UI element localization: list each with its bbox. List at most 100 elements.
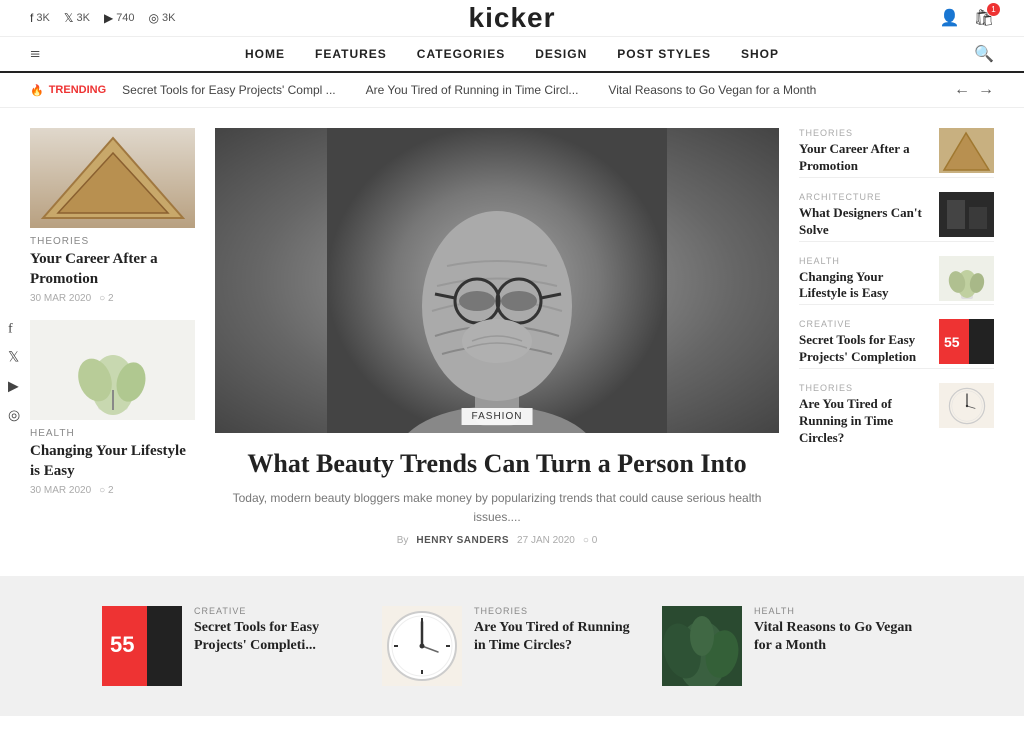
right-card-5-category: THEORIES <box>799 383 929 393</box>
right-card-4-text: CREATIVE Secret Tools for Easy Projects'… <box>799 319 929 366</box>
right-card-1-thumb[interactable] <box>939 128 994 173</box>
right-card-5-thumb[interactable] <box>939 383 994 428</box>
top-bar-actions: 👤 🛍 1 <box>940 8 994 28</box>
left-card-1-comments: ○ 2 <box>99 293 113 304</box>
center-column: FASHION What Beauty Trends Can Turn a Pe… <box>215 128 779 546</box>
bottom-card-2-category: THEORIES <box>474 606 642 616</box>
hero-title[interactable]: What Beauty Trends Can Turn a Person Int… <box>215 447 779 481</box>
nav-post-styles[interactable]: POST STYLES <box>617 47 711 61</box>
right-card-4-title[interactable]: Secret Tools for Easy Projects' Completi… <box>799 332 929 366</box>
nav-design[interactable]: DESIGN <box>535 47 587 61</box>
bottom-card-2-text: THEORIES Are You Tired of Running in Tim… <box>474 606 642 655</box>
svg-text:55: 55 <box>110 632 134 657</box>
nav-categories[interactable]: CATEGORIES <box>417 47 505 61</box>
search-icon[interactable]: 🔍 <box>974 44 994 64</box>
left-card-1-date: 30 MAR 2020 <box>30 293 91 304</box>
youtube-count: 740 <box>116 12 134 24</box>
float-instagram-icon[interactable]: ◎ <box>8 407 20 424</box>
site-title[interactable]: kicker <box>469 2 556 34</box>
left-card-1-meta: 30 MAR 2020 ○ 2 <box>30 293 195 304</box>
right-card-3-category: HEALTH <box>799 256 929 266</box>
float-twitter-icon[interactable]: 𝕏 <box>8 349 20 366</box>
right-card-4-category: CREATIVE <box>799 319 929 329</box>
trending-item-3[interactable]: Vital Reasons to Go Vegan for a Month <box>608 83 816 97</box>
right-card-3-title[interactable]: Changing Your Lifestyle is Easy <box>799 269 929 303</box>
nav-shop[interactable]: SHOP <box>741 47 779 61</box>
left-card-2-date: 30 MAR 2020 <box>30 485 91 496</box>
twitter-count: 3K <box>76 12 89 24</box>
bottom-card-3-text: HEALTH Vital Reasons to Go Vegan for a M… <box>754 606 922 655</box>
bottom-card-2-title[interactable]: Are You Tired of Running in Time Circles… <box>474 619 642 655</box>
youtube-link[interactable]: ▶ 740 <box>104 11 135 25</box>
facebook-count: 3K <box>36 12 49 24</box>
hamburger-menu[interactable]: ≡ <box>30 44 40 65</box>
nav-bar: ≡ HOME FEATURES CATEGORIES DESIGN POST S… <box>0 37 1024 73</box>
left-column: THEORIES Your Career After a Promotion 3… <box>30 128 195 546</box>
hero-image-inner <box>215 128 779 433</box>
right-card-1-text: THEORIES Your Career After a Promotion <box>799 128 929 175</box>
twitter-link[interactable]: 𝕏 3K <box>64 11 90 25</box>
right-card-3-text: HEALTH Changing Your Lifestyle is Easy <box>799 256 929 303</box>
cart-count: 1 <box>987 3 1000 16</box>
user-icon[interactable]: 👤 <box>940 8 960 28</box>
trending-item-2[interactable]: Are You Tired of Running in Time Circl..… <box>366 83 579 97</box>
left-card-1-title[interactable]: Your Career After a Promotion <box>30 250 195 289</box>
hero-comments: ○ 0 <box>583 535 597 546</box>
right-card-1-category: THEORIES <box>799 128 929 138</box>
right-card-5-text: THEORIES Are You Tired of Running in Tim… <box>799 383 929 447</box>
right-card-5-title[interactable]: Are You Tired of Running in Time Circles… <box>799 396 929 447</box>
hero-image[interactable]: FASHION <box>215 128 779 433</box>
trending-item-1[interactable]: Secret Tools for Easy Projects' Compl ..… <box>122 83 335 97</box>
trending-prev[interactable]: ← <box>954 81 970 99</box>
bottom-card-1-title[interactable]: Secret Tools for Easy Projects' Completi… <box>194 619 362 655</box>
facebook-link[interactable]: f 3K <box>30 11 50 25</box>
bottom-card-2-image[interactable] <box>382 606 462 686</box>
float-youtube-icon[interactable]: ▶ <box>8 378 20 395</box>
bottom-card-3-title[interactable]: Vital Reasons to Go Vegan for a Month <box>754 619 922 655</box>
instagram-link[interactable]: ◎ 3K <box>149 11 176 25</box>
youtube-icon: ▶ <box>104 11 113 25</box>
trending-next[interactable]: → <box>978 81 994 99</box>
bottom-cards: 55 CREATIVE Secret Tools for Easy Projec… <box>30 606 994 686</box>
right-card-4: CREATIVE Secret Tools for Easy Projects'… <box>799 319 994 369</box>
right-card-3: HEALTH Changing Your Lifestyle is Easy <box>799 256 994 306</box>
right-card-2-title[interactable]: What Designers Can't Solve <box>799 205 929 239</box>
top-bar: f 3K 𝕏 3K ▶ 740 ◎ 3K kicker 👤 🛍 1 <box>0 0 1024 37</box>
bottom-card-3-image[interactable] <box>662 606 742 686</box>
trending-nav: ← → <box>954 81 994 99</box>
right-card-1-title[interactable]: Your Career After a Promotion <box>799 141 929 175</box>
right-card-2: ARCHITECTURE What Designers Can't Solve <box>799 192 994 242</box>
instagram-count: 3K <box>162 12 175 24</box>
hero-excerpt: Today, modern beauty bloggers make money… <box>215 489 779 527</box>
left-card-1-image[interactable] <box>30 128 195 228</box>
bottom-card-1-category: CREATIVE <box>194 606 362 616</box>
trending-items: Secret Tools for Easy Projects' Compl ..… <box>122 83 938 97</box>
nav-home[interactable]: HOME <box>245 47 285 61</box>
right-card-3-thumb[interactable] <box>939 256 994 301</box>
bottom-card-1: 55 CREATIVE Secret Tools for Easy Projec… <box>102 606 362 686</box>
left-card-2: HEALTH Changing Your Lifestyle is Easy 3… <box>30 320 195 496</box>
nav-links: HOME FEATURES CATEGORIES DESIGN POST STY… <box>245 47 779 61</box>
right-card-4-thumb[interactable]: 55 <box>939 319 994 364</box>
right-card-5: THEORIES Are You Tired of Running in Tim… <box>799 383 994 447</box>
nav-features[interactable]: FEATURES <box>315 47 387 61</box>
trending-label: 🔥 TRENDING <box>30 84 106 97</box>
plant-img <box>30 320 195 420</box>
fire-icon: 🔥 <box>30 84 44 97</box>
float-social-bar: f 𝕏 ▶ ◎ <box>8 321 20 424</box>
left-card-2-title[interactable]: Changing Your Lifestyle is Easy <box>30 442 195 481</box>
float-facebook-icon[interactable]: f <box>8 321 20 337</box>
hero-date: 27 JAN 2020 <box>517 535 575 546</box>
left-card-2-image[interactable] <box>30 320 195 420</box>
left-card-2-comments: ○ 2 <box>99 485 113 496</box>
hero-byline: By HENRY SANDERS 27 JAN 2020 ○ 0 <box>215 535 779 546</box>
bottom-card-3: HEALTH Vital Reasons to Go Vegan for a M… <box>662 606 922 686</box>
right-card-2-thumb[interactable] <box>939 192 994 237</box>
bottom-card-1-image[interactable]: 55 <box>102 606 182 686</box>
right-card-2-text: ARCHITECTURE What Designers Can't Solve <box>799 192 929 239</box>
left-card-1: THEORIES Your Career After a Promotion 3… <box>30 128 195 304</box>
trending-bar: 🔥 TRENDING Secret Tools for Easy Project… <box>0 73 1024 108</box>
hero-author[interactable]: HENRY SANDERS <box>416 535 509 546</box>
cart-button[interactable]: 🛍 1 <box>974 8 994 28</box>
facebook-icon: f <box>30 11 33 25</box>
